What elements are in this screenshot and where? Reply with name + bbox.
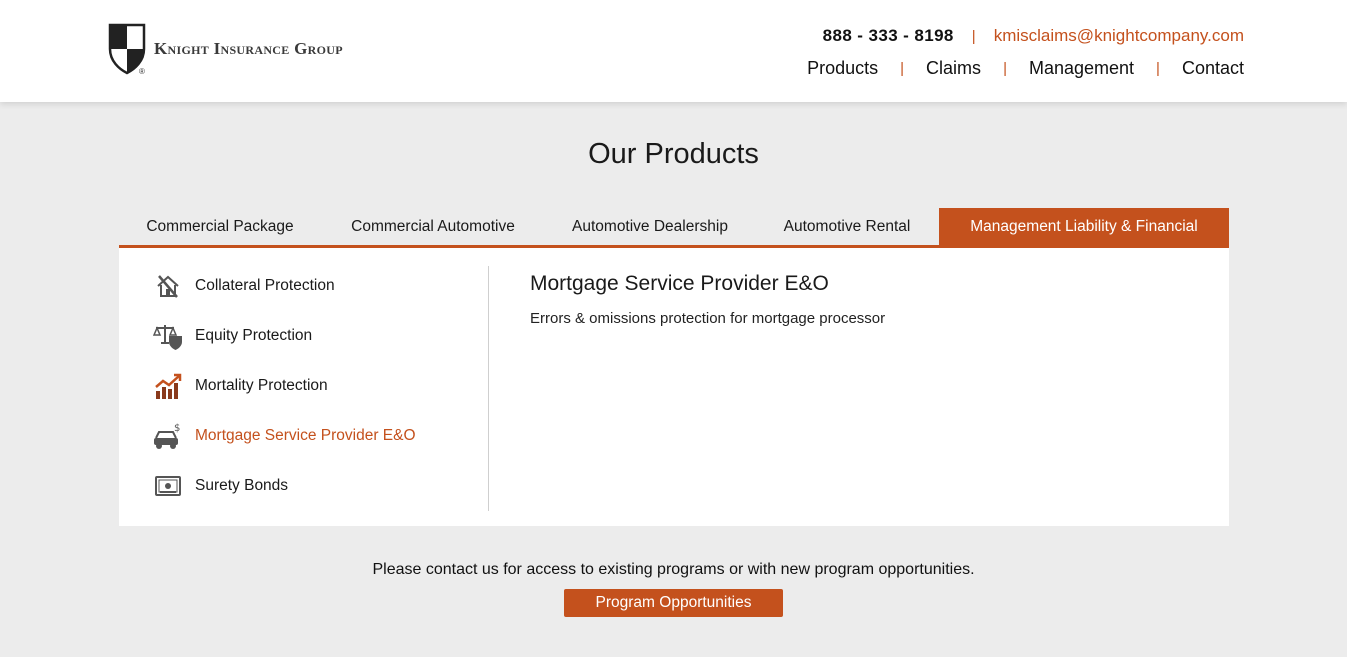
tab-commercial-automotive[interactable]: Commercial Automotive xyxy=(321,208,545,245)
car-dollar-icon: $ xyxy=(153,421,183,451)
house-broken-icon xyxy=(153,271,183,301)
contact-prompt: Please contact us for access to existing… xyxy=(372,561,975,578)
divider: | xyxy=(1003,60,1007,77)
site-header: Knight Insurance Group ® 888 - 333 - 819… xyxy=(0,0,1347,102)
product-label: Collateral Protection xyxy=(195,277,335,294)
divider: | xyxy=(900,60,905,77)
nav-management[interactable]: Management xyxy=(1029,58,1134,79)
nav-products[interactable]: Products xyxy=(807,58,878,79)
product-detail: Mortgage Service Provider E&O Errors & o… xyxy=(530,272,885,327)
tab-commercial-package[interactable]: Commercial Package xyxy=(119,208,321,245)
tab-automotive-dealership[interactable]: Automotive Dealership xyxy=(545,208,755,245)
product-list: Collateral Protection Equity Protection xyxy=(119,266,489,511)
detail-description: Errors & omissions protection for mortga… xyxy=(530,310,886,327)
product-surety-bonds[interactable]: Surety Bonds xyxy=(153,469,288,503)
product-collateral-protection[interactable]: Collateral Protection xyxy=(153,269,335,303)
rising-chart-icon xyxy=(153,371,183,401)
registered-mark: ® xyxy=(139,67,145,76)
tab-management-liability[interactable]: Management Liability & Financial xyxy=(939,208,1229,245)
product-label: Surety Bonds xyxy=(195,477,289,494)
divider: | xyxy=(1156,60,1160,77)
nav-contact[interactable]: Contact xyxy=(1182,58,1244,79)
tab-automotive-rental[interactable]: Automotive Rental xyxy=(755,208,939,245)
products-panel: Collateral Protection Equity Protection xyxy=(119,248,1229,526)
program-opportunities-button[interactable]: Program Opportunities xyxy=(564,589,783,617)
product-label: Mortality Protection xyxy=(195,377,328,394)
product-mortality-protection[interactable]: Mortality Protection xyxy=(153,369,328,403)
product-label: Mortgage Service Provider E&O xyxy=(195,427,416,444)
bond-certificate-icon xyxy=(153,471,183,501)
detail-title: Mortgage Service Provider E&O xyxy=(530,272,829,295)
phone-number[interactable]: 888 - 333 - 8198 xyxy=(823,26,954,46)
contact-line: 888 - 333 - 8198 | kmisclaims@knightcomp… xyxy=(823,26,1244,46)
scales-shield-icon xyxy=(153,321,183,351)
divider: | xyxy=(971,27,976,45)
email-link[interactable]: kmisclaims@knightcompany.com xyxy=(994,26,1244,46)
product-label: Equity Protection xyxy=(195,327,313,344)
product-mortgage-service-eo[interactable]: $ Mortgage Service Provider E&O xyxy=(153,419,416,453)
logo-wordmark: Knight Insurance Group xyxy=(154,39,343,58)
site-logo[interactable]: Knight Insurance Group ® xyxy=(108,23,343,76)
page-title: Our Products xyxy=(588,138,759,170)
nav-claims[interactable]: Claims xyxy=(926,58,981,79)
main-nav: Products | Claims | Management | Contact xyxy=(807,58,1244,79)
product-tabs: Commercial Package Commercial Automotive… xyxy=(119,208,1229,248)
product-equity-protection[interactable]: Equity Protection xyxy=(153,319,312,353)
svg-text:$: $ xyxy=(174,423,180,434)
